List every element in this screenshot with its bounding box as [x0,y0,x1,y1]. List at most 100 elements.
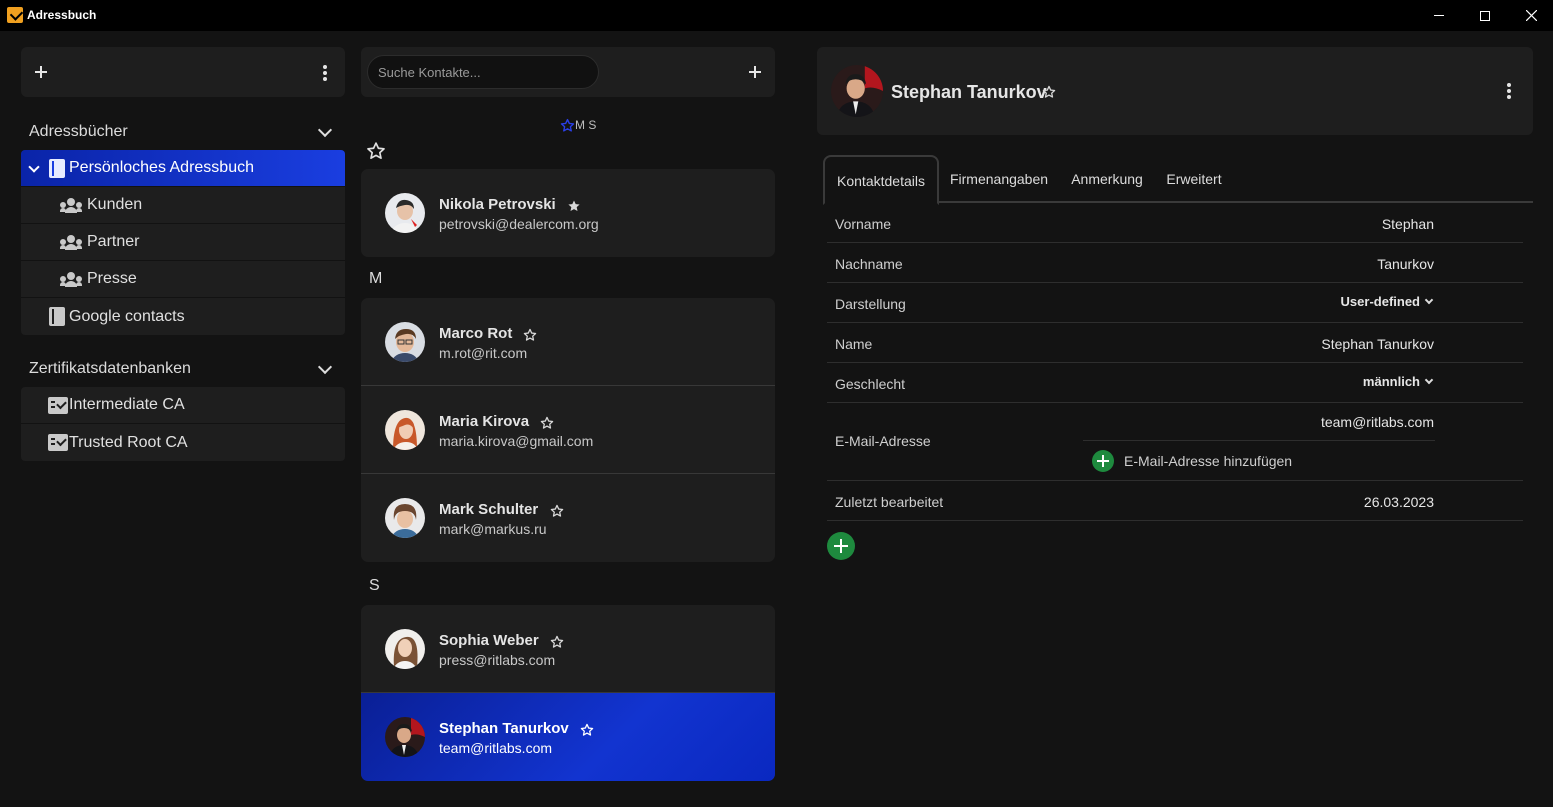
book-icon [49,159,65,178]
tab-firmenangaben[interactable]: Firmenangaben [939,155,1059,203]
tab-anmerkung[interactable]: Anmerkung [1059,155,1155,203]
certificate-db-heading: Zertifikatsdatenbanken [29,360,191,377]
tree-item-label: Trusted Root CA [69,433,188,451]
avatar [385,629,425,669]
contact-email: petrovski@dealercom.org [439,216,599,232]
certificate-db-tree: Intermediate CA Trusted Root CA [21,387,345,461]
window-title: Adressbuch [27,8,97,22]
field-label: Name [835,336,873,352]
tree-item-google-contacts[interactable]: Google contacts [21,298,345,335]
app-logo-icon [7,7,23,23]
minimize-button[interactable] [1416,0,1462,31]
star-outline-icon[interactable] [1042,85,1056,99]
maximize-button[interactable] [1462,0,1508,31]
contact-name: Maria Kirova [439,413,530,430]
field-label: Vorname [835,216,892,232]
star-outline-icon[interactable] [550,635,564,649]
star-filled-icon[interactable] [567,199,581,213]
contact-name: Nikola Petrovski [439,196,556,213]
add-contact-button[interactable] [745,62,765,82]
contact-list-item[interactable]: Nikola Petrovski petrovski@dealercom.org [361,169,775,257]
avatar [385,717,425,757]
chevron-down-icon[interactable] [317,122,333,138]
field-label: Nachname [835,256,903,272]
contact-list-toolbar [361,47,775,97]
add-field-button[interactable] [827,532,855,560]
tree-item-partner[interactable]: Partner [21,224,345,261]
tree-item-label: Google contacts [69,307,185,325]
tree-item-label: Intermediate CA [69,396,185,413]
title-bar: Adressbuch [0,0,1553,31]
field-row-darstellung: Darstellung User-defined [827,283,1523,323]
alphabet-index: M S [560,117,596,133]
tab-kontaktdetails[interactable]: Kontaktdetails [823,155,939,205]
field-label: E-Mail-Adresse [835,433,931,449]
add-addressbook-button[interactable] [31,62,51,82]
search-input[interactable] [367,55,599,89]
gender-dropdown[interactable]: männlich [1363,374,1434,389]
tree-item-trusted-root-ca[interactable]: Trusted Root CA [21,424,345,461]
avatar [385,322,425,362]
contact-name: Stephan Tanurkov [439,720,569,737]
contact-group-s: Sophia Weber press@ritlabs.com Stephan T… [361,605,775,781]
contact-menu-button[interactable] [1506,83,1512,99]
tree-item-label: Partner [87,233,140,250]
field-label: Geschlecht [835,376,906,392]
contact-email: m.rot@rit.com [439,345,528,361]
add-email-link[interactable]: E-Mail-Adresse hinzufügen [1124,453,1292,469]
field-row-last-edited: Zuletzt bearbeitet 26.03.2023 [827,481,1523,521]
contact-list-item-selected[interactable]: Stephan Tanurkov team@ritlabs.com [361,693,775,781]
avatar [385,193,425,233]
contact-list-item[interactable]: Maria Kirova maria.kirova@gmail.com [361,386,775,474]
tree-item-personal-addressbook[interactable]: Persönloches Adressbuch [21,150,345,187]
book-icon [49,307,65,326]
contact-list-item[interactable]: Mark Schulter mark@markus.ru [361,474,775,562]
field-row-email: E-Mail-Adresse team@ritlabs.com E-Mail-A… [827,403,1523,481]
avatar [385,410,425,450]
field-value-email[interactable]: team@ritlabs.com [1321,414,1434,430]
certificate-icon [48,397,68,414]
tree-item-intermediate-ca[interactable]: Intermediate CA [21,387,345,424]
avatar [385,498,425,538]
avatar [831,65,883,117]
contact-list-item[interactable]: Sophia Weber press@ritlabs.com [361,605,775,693]
group-icon [60,235,82,250]
add-email-icon[interactable] [1092,450,1114,472]
star-outline-icon[interactable] [580,723,594,737]
alphabet-index-letters[interactable]: M S [575,118,596,132]
contact-list-item[interactable]: Marco Rot m.rot@rit.com [361,298,775,386]
star-outline-icon[interactable] [550,504,564,518]
chevron-down-icon[interactable] [28,161,40,173]
close-icon [1525,10,1537,21]
contact-email: mark@markus.ru [439,521,547,537]
group-icon [60,272,82,287]
star-outline-icon[interactable] [523,328,537,342]
tree-item-presse[interactable]: Presse [21,261,345,298]
addressbook-menu-button[interactable] [322,65,328,81]
close-button[interactable] [1508,0,1553,31]
minimize-icon [1434,15,1444,16]
field-label: Zuletzt bearbeitet [835,494,944,510]
dropdown-value: männlich [1362,374,1420,389]
field-value-name[interactable]: Stephan Tanurkov [1321,336,1434,352]
tree-item-label: Persönloches Adressbuch [69,159,254,176]
contact-group-m: Marco Rot m.rot@rit.com Maria Kirova mar… [361,298,775,562]
star-outline-icon[interactable] [540,416,554,430]
contact-detail-header: Stephan Tanurkov [817,47,1533,135]
tree-item-kunden[interactable]: Kunden [21,187,345,224]
letter-heading-m: M [369,270,383,287]
chevron-down-icon[interactable] [317,359,333,375]
field-label: Darstellung [835,296,906,312]
favorites-star-icon [366,141,386,161]
contact-email: team@ritlabs.com [439,740,553,756]
chevron-down-icon [1424,375,1434,385]
display-format-dropdown[interactable]: User-defined [1341,294,1434,309]
field-value-vorname[interactable]: Stephan [1382,216,1434,232]
divider [1083,440,1435,441]
addressbook-toolbar [21,47,345,97]
contact-detail-name: Stephan Tanurkov [891,82,1047,102]
field-value-nachname[interactable]: Tanurkov [1377,256,1434,272]
tab-erweitert[interactable]: Erweitert [1155,155,1233,203]
certificate-icon [48,434,68,451]
star-outline-icon[interactable] [560,118,575,133]
